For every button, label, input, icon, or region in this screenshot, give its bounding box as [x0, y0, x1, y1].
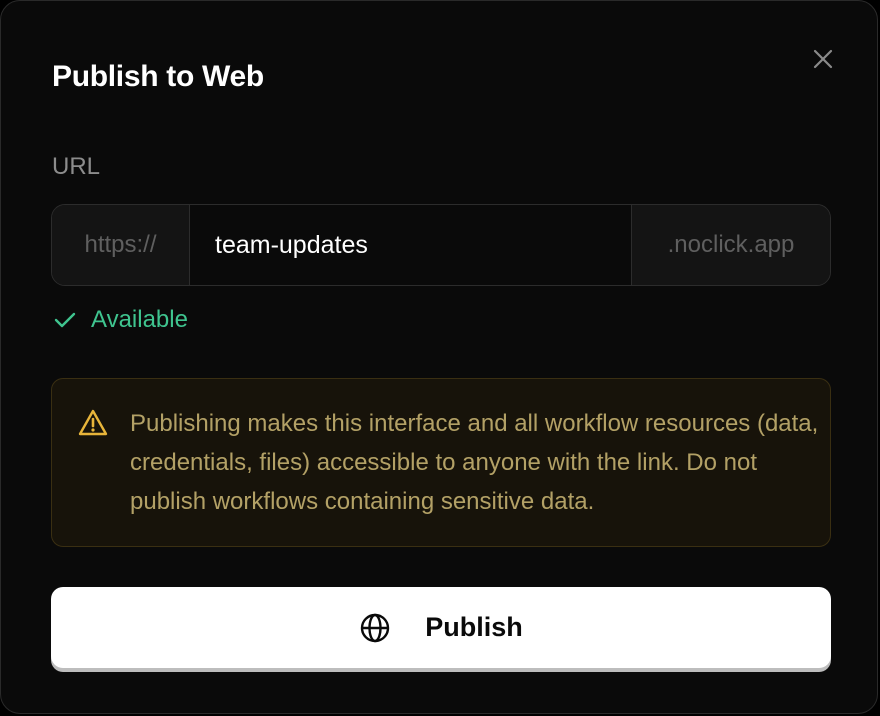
publish-dialog: Publish to Web URL https:// .noclick.app… [0, 0, 878, 714]
globe-icon [361, 613, 390, 642]
url-prefix: https:// [52, 205, 190, 285]
close-button[interactable] [809, 45, 837, 73]
publish-button[interactable]: Publish [51, 587, 831, 668]
url-suffix: .noclick.app [631, 205, 830, 285]
url-field-group: https:// .noclick.app [51, 204, 831, 286]
dialog-title: Publish to Web [52, 60, 264, 93]
publish-button-label: Publish [425, 612, 523, 642]
warning-triangle-icon [78, 409, 108, 436]
availability-text: Available [91, 306, 188, 333]
warning-text: Publishing makes this interface and all … [130, 410, 819, 515]
url-input[interactable] [190, 205, 631, 285]
close-icon [813, 49, 833, 69]
warning-banner: Publishing makes this interface and all … [51, 378, 831, 547]
url-label: URL [52, 153, 101, 180]
check-icon [54, 312, 76, 328]
availability-status: Available [53, 305, 188, 335]
